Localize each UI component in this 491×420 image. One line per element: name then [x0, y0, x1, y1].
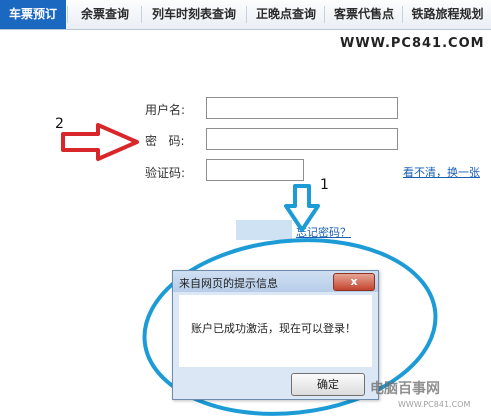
forgot-password-link[interactable]: 忘记密码？ — [296, 224, 351, 240]
tab-divider — [324, 6, 325, 23]
tab-divider — [141, 6, 142, 23]
username-field[interactable] — [206, 97, 398, 119]
username-label: 用户名: — [145, 103, 186, 117]
annotation-number-2: 2 — [55, 116, 64, 132]
captcha-label: 验证码: — [145, 166, 186, 180]
captcha-refresh-link[interactable]: 看不清，换一张 — [403, 164, 480, 180]
tab-timetable[interactable]: 列车时刻表查询 — [144, 0, 244, 29]
tab-divider — [402, 6, 403, 23]
top-nav: 车票预订 余票查询 列车时刻表查询 正晚点查询 客票代售点 铁路旅程规划 — [0, 0, 491, 30]
dialog-title: 来自网页的提示信息 — [179, 277, 278, 290]
close-icon[interactable]: x — [333, 273, 375, 291]
password-label: 密 码: — [145, 134, 185, 148]
tab-divider — [246, 6, 247, 23]
dialog-title-bar: 来自网页的提示信息 x — [173, 271, 378, 292]
dialog-body: 账户已成功激活，现在可以登录！ — [179, 295, 372, 367]
red-arrow-icon — [61, 123, 139, 161]
tab-ticket-booking[interactable]: 车票预订 — [0, 0, 66, 29]
tab-divider — [67, 6, 68, 23]
annotation-number-1: 1 — [320, 177, 329, 193]
tab-trip-planning[interactable]: 铁路旅程规划 — [404, 0, 491, 29]
brand-watermark-url: WWW.PC841.COM — [398, 400, 471, 409]
dialog-message: 账户已成功激活，现在可以登录！ — [191, 322, 356, 335]
password-field[interactable] — [206, 128, 398, 150]
dialog-footer: 确定 — [173, 369, 378, 399]
brand-watermark: 电脑百事网 — [370, 381, 440, 397]
alert-dialog: 来自网页的提示信息 x 账户已成功激活，现在可以登录！ 确定 — [172, 270, 379, 400]
login-button[interactable] — [236, 220, 292, 240]
tab-remaining-tickets[interactable]: 余票查询 — [70, 0, 140, 29]
captcha-field[interactable] — [206, 159, 304, 181]
tab-ticket-agents[interactable]: 客票代售点 — [327, 0, 401, 29]
site-watermark: WWW.PC841.COM — [340, 36, 485, 51]
tab-delay-query[interactable]: 正晚点查询 — [249, 0, 323, 29]
ok-button[interactable]: 确定 — [291, 373, 365, 396]
